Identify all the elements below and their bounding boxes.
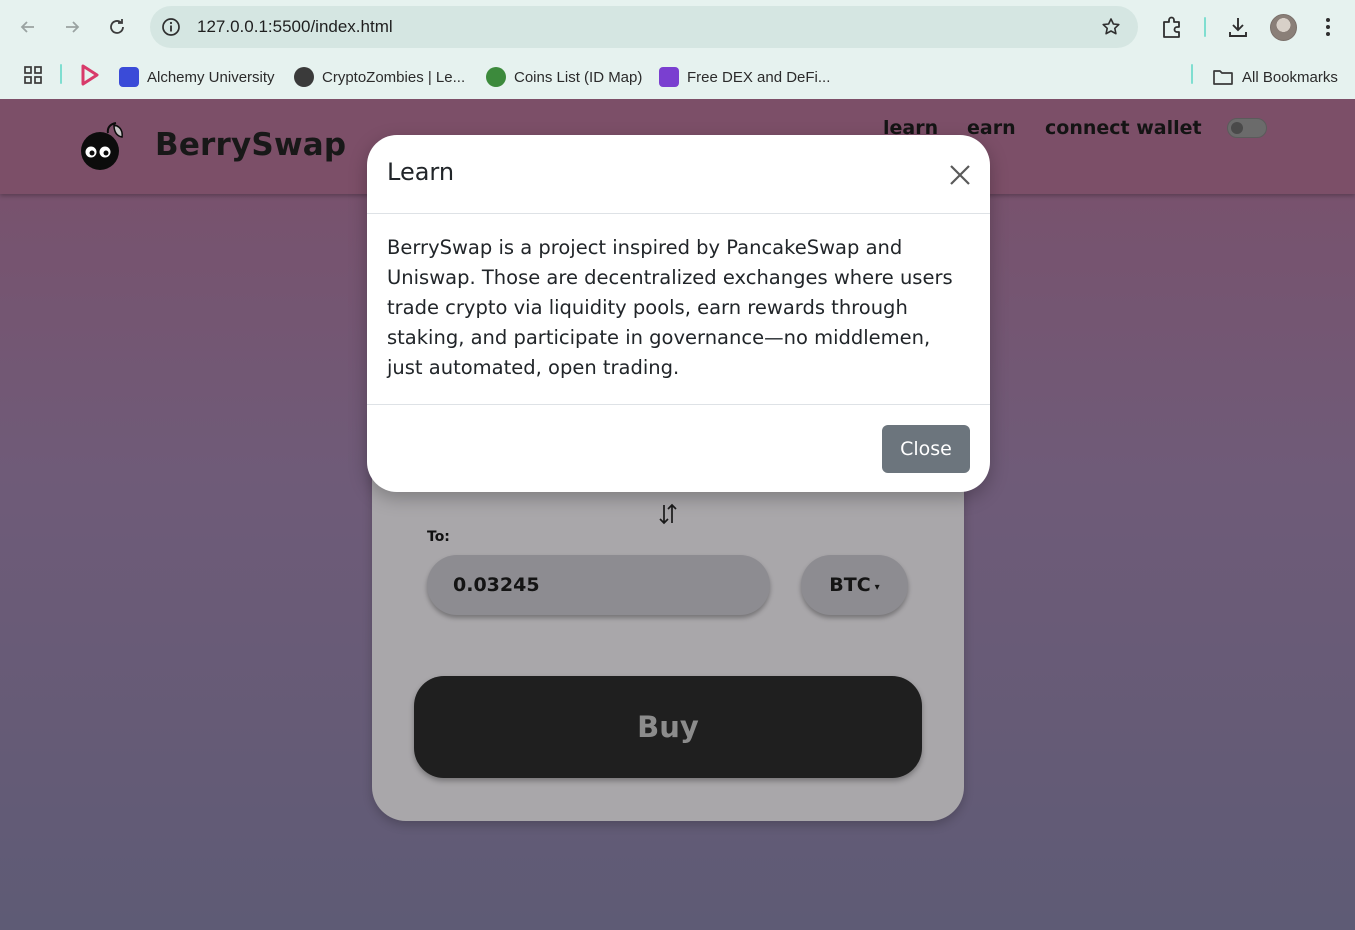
page-content: BerrySwap learn earn connect wallet To: … xyxy=(0,99,1355,930)
bookmark-label: Free DEX and DeFi... xyxy=(687,68,831,86)
modal-footer: Close xyxy=(367,404,990,492)
bookmark-alchemy-university[interactable]: Alchemy University xyxy=(119,64,275,90)
bookmarks-divider xyxy=(1191,64,1193,84)
bookmark-coins-list[interactable]: Coins List (ID Map) xyxy=(486,64,642,90)
more-menu-icon[interactable] xyxy=(1315,14,1341,40)
modal-body-text: BerrySwap is a project inspired by Panca… xyxy=(387,236,953,379)
all-bookmarks-label: All Bookmarks xyxy=(1242,68,1338,86)
arrow-left-icon xyxy=(20,21,34,33)
alchemy-favicon xyxy=(119,67,139,87)
profile-avatar[interactable] xyxy=(1270,14,1297,41)
site-info-icon[interactable] xyxy=(160,16,182,38)
arrow-right-icon xyxy=(66,21,80,33)
modal-title: Learn xyxy=(387,158,455,186)
url-text: 127.0.0.1:5500/index.html xyxy=(197,17,393,36)
learn-modal: Learn BerrySwap is a project inspired by… xyxy=(367,135,990,492)
forward-button[interactable] xyxy=(59,14,85,40)
apps-grid-icon[interactable] xyxy=(22,64,44,86)
download-icon[interactable] xyxy=(1225,14,1251,40)
close-icon[interactable] xyxy=(947,162,973,188)
bookmark-free-dex[interactable]: Free DEX and DeFi... xyxy=(659,64,830,90)
back-button[interactable] xyxy=(15,14,41,40)
bookmark-label: Alchemy University xyxy=(147,68,275,86)
reload-icon xyxy=(110,19,124,34)
bookmark-star-icon[interactable] xyxy=(1100,16,1122,38)
extensions-icon[interactable] xyxy=(1159,14,1185,40)
dex-favicon xyxy=(659,67,679,87)
folder-icon xyxy=(1213,70,1233,85)
globe-icon xyxy=(294,67,314,87)
browser-toolbar: 127.0.0.1:5500/index.html xyxy=(0,0,1355,55)
modal-header: Learn xyxy=(367,135,990,214)
reload-button[interactable] xyxy=(104,14,130,40)
bookmarks-bar: Alchemy University CryptoZombies | Le...… xyxy=(0,55,1355,99)
toolbar-divider xyxy=(1204,17,1206,37)
media-app-icon[interactable] xyxy=(79,63,101,87)
bookmark-cryptozombies[interactable]: CryptoZombies | Le... xyxy=(294,64,465,90)
address-bar[interactable]: 127.0.0.1:5500/index.html xyxy=(150,6,1138,48)
close-button[interactable]: Close xyxy=(882,425,970,473)
coingecko-favicon xyxy=(486,67,506,87)
bookmark-label: Coins List (ID Map) xyxy=(514,68,643,86)
all-bookmarks-button[interactable]: All Bookmarks xyxy=(1212,64,1338,90)
bookmark-label: CryptoZombies | Le... xyxy=(322,68,466,86)
bookmarks-divider xyxy=(60,64,62,84)
